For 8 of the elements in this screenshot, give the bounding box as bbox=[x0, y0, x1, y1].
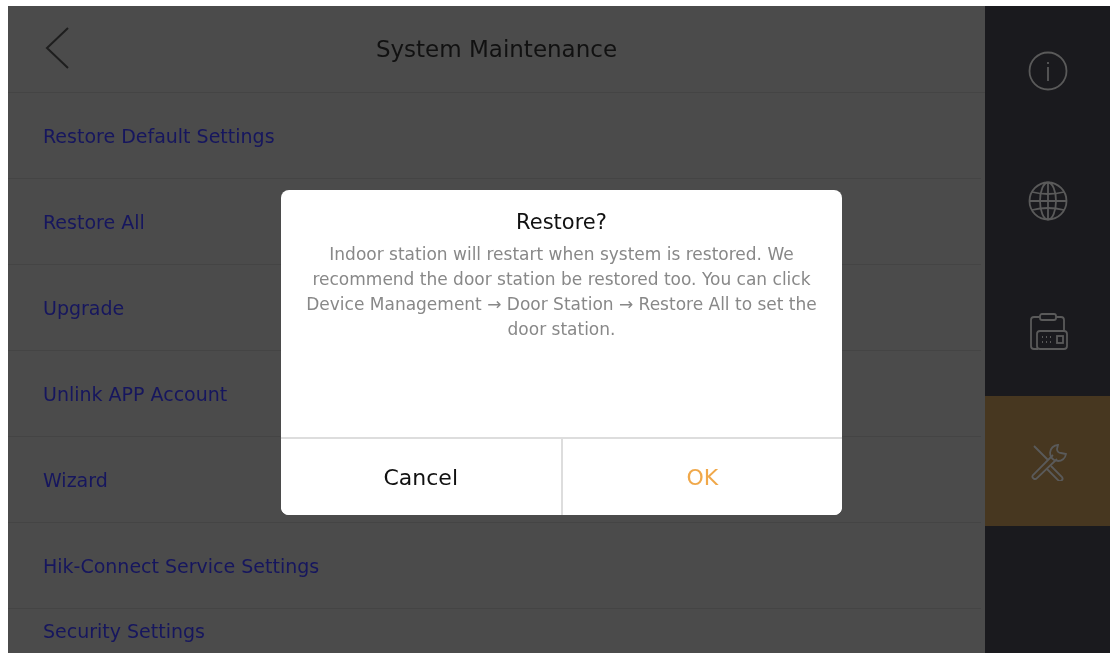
dialog-title: Restore? bbox=[515, 210, 608, 234]
dialog-message: Indoor station will restart when system is restored. We recommend the door station be restored too. You can click Device Management → Door Station → Restore All to set the door station. bbox=[305, 243, 818, 341]
page-title: System Maintenance bbox=[375, 36, 618, 62]
globe-icon bbox=[1027, 181, 1068, 221]
back-icon[interactable] bbox=[44, 26, 70, 70]
info-icon bbox=[1027, 51, 1068, 91]
cancel-button[interactable]: Cancel bbox=[281, 439, 563, 515]
sidebar-tab[interactable] bbox=[985, 396, 1110, 526]
